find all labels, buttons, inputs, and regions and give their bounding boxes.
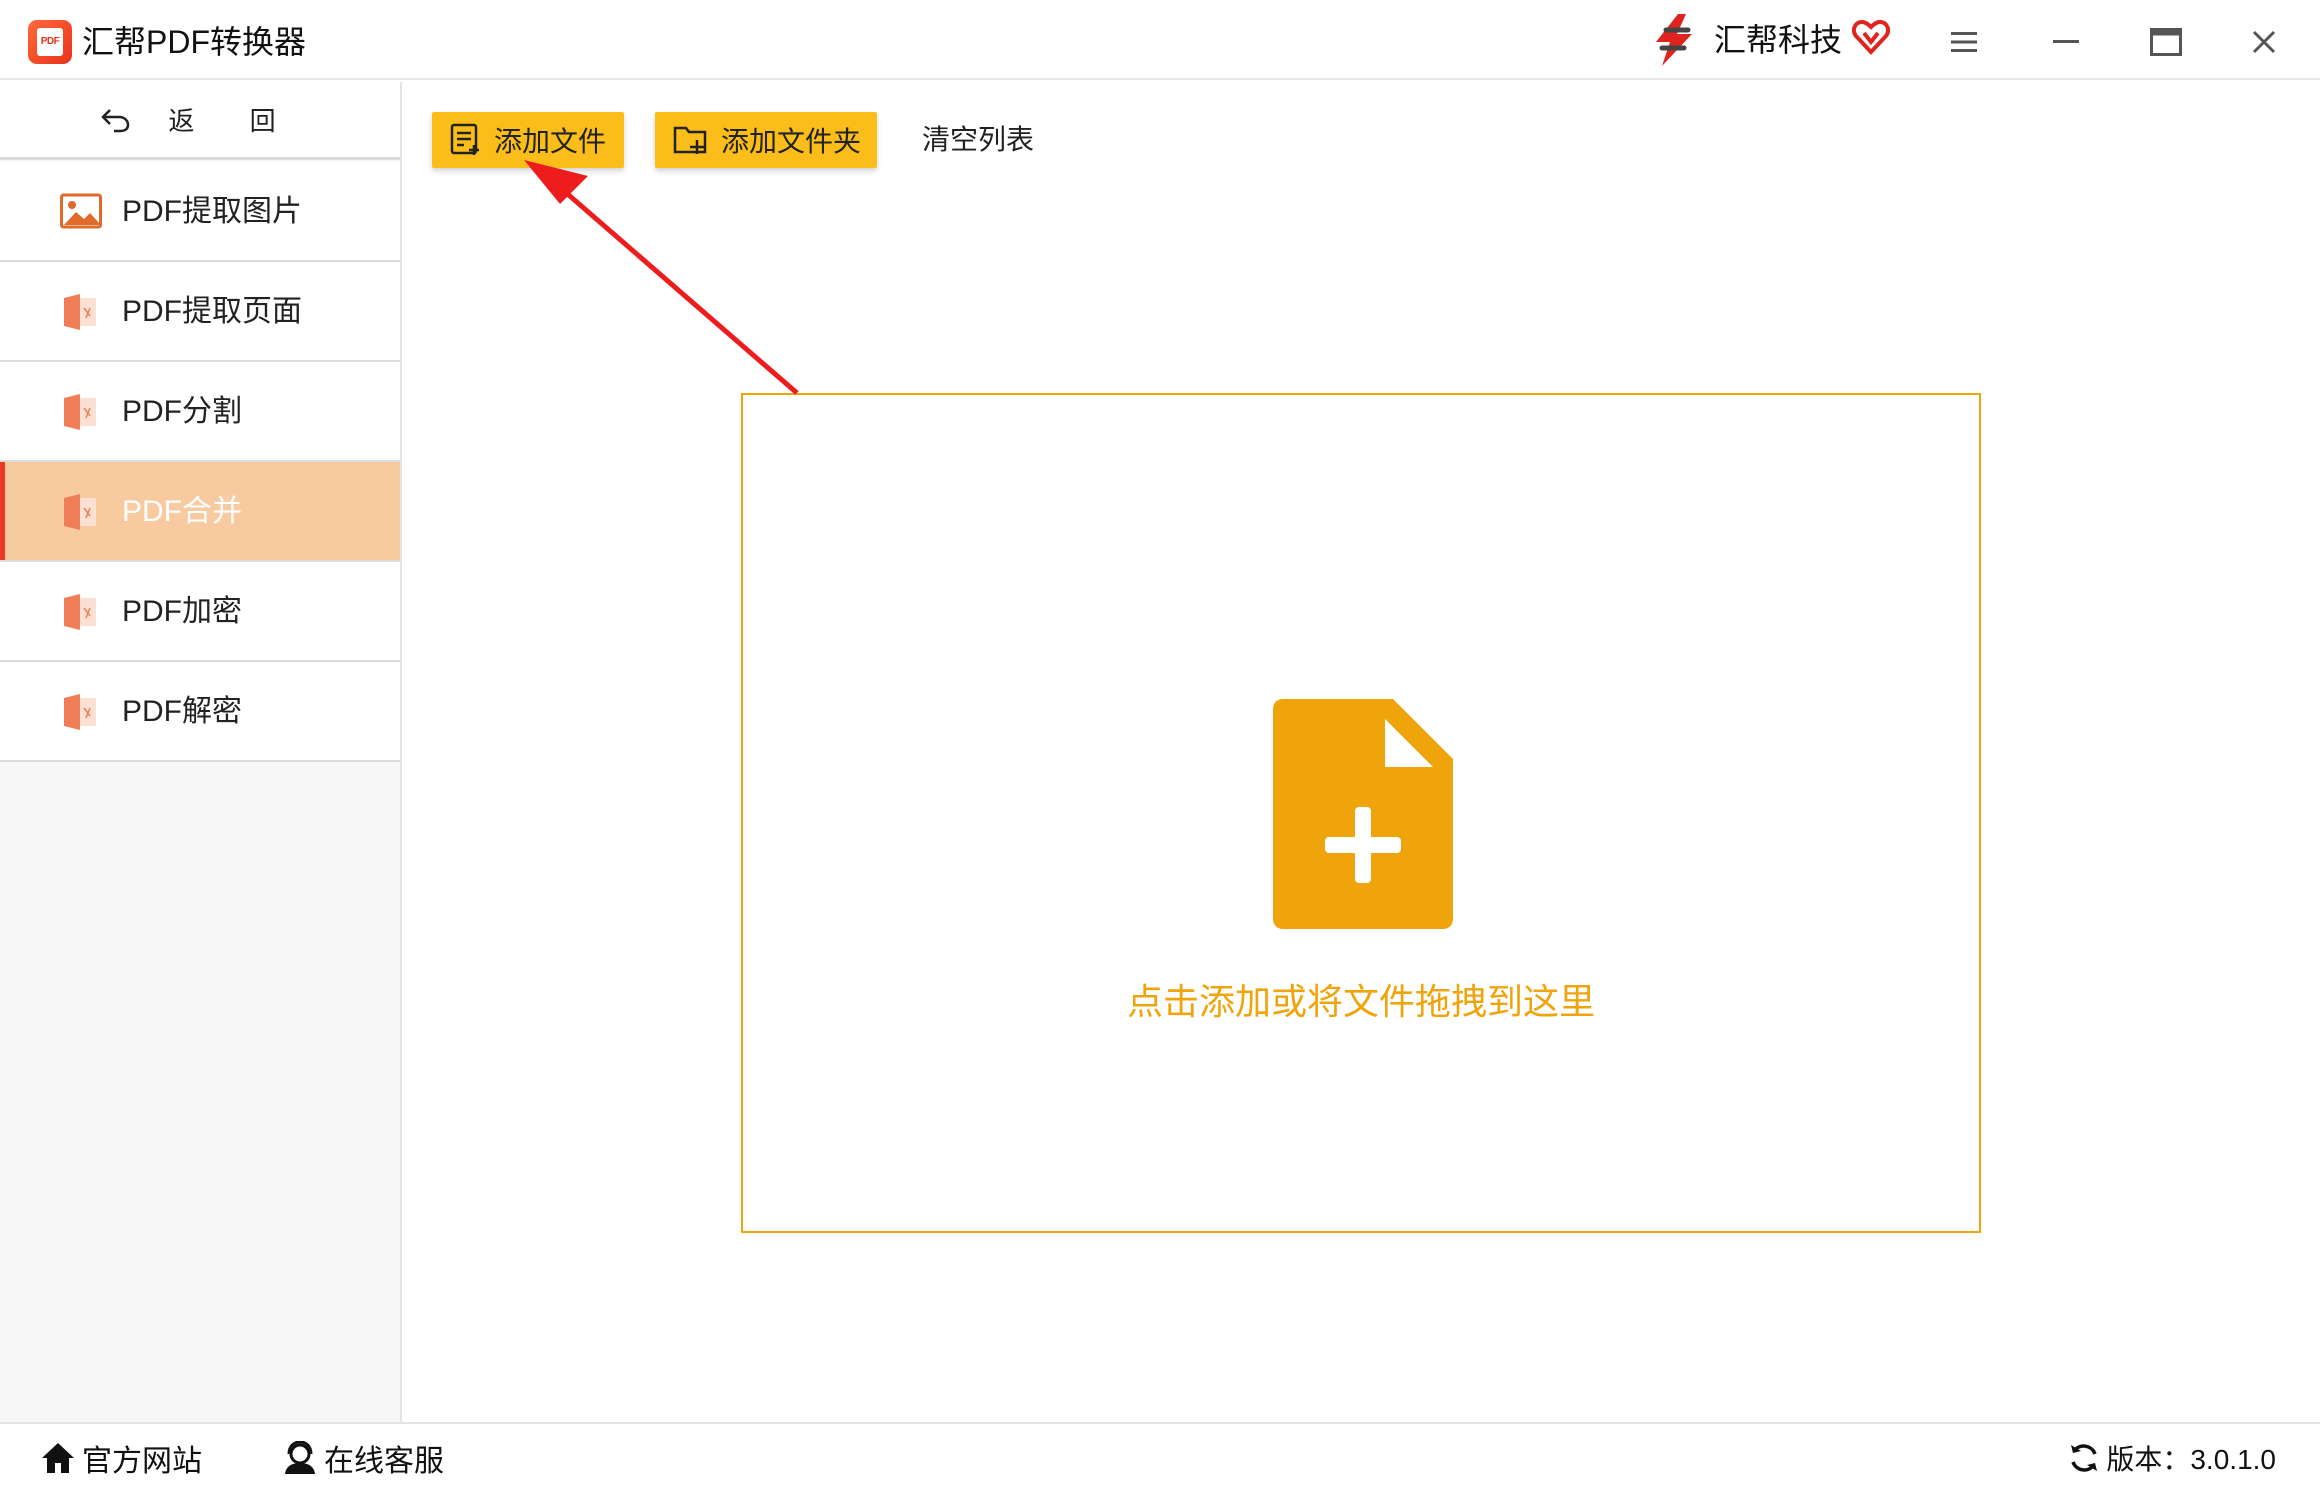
menu-icon	[1951, 32, 1977, 52]
add-folder-button[interactable]: 添加文件夹	[655, 112, 877, 168]
sidebar-item-merge[interactable]: PDF合并	[0, 462, 400, 562]
back-button[interactable]: 返 回	[0, 82, 400, 160]
close-button[interactable]	[2240, 18, 2288, 66]
sidebar-item-split[interactable]: PDF分割	[0, 362, 400, 462]
footer-bar: 官方网站 在线客服 版本：3.0.1.0	[0, 1422, 2320, 1490]
sidebar-item-extract-images[interactable]: PDF提取图片	[0, 162, 400, 262]
brand-logo-icon	[1656, 14, 1692, 66]
file-drop-zone[interactable]: 点击添加或将文件拖拽到这里	[741, 393, 1981, 1233]
add-folder-label: 添加文件夹	[721, 126, 862, 157]
drop-hint: 点击添加或将文件拖拽到这里	[1126, 981, 1595, 1022]
menu-button[interactable]	[1940, 18, 1988, 66]
sidebar-item-encrypt[interactable]: PDF加密	[0, 562, 400, 662]
support-label: 在线客服	[324, 1445, 444, 1478]
sidebar-item-label: PDF提取图片	[122, 195, 302, 228]
add-folder-icon	[673, 126, 707, 154]
title-bar: PDF 汇帮PDF转换器 汇帮科技	[0, 0, 2320, 80]
sidebar: 返 回 PDF提取图片 PDF提取页面 PDF分割 PDF合并 PDF加密 PD…	[0, 82, 402, 1422]
add-file-icon	[450, 123, 479, 155]
vip-heart-icon[interactable]	[1852, 18, 1890, 56]
clear-list-button[interactable]: 清空列表	[922, 112, 1034, 168]
add-file-label: 添加文件	[494, 126, 607, 157]
sidebar-item-decrypt[interactable]: PDF解密	[0, 662, 400, 762]
app-logo-icon: PDF	[28, 20, 72, 64]
minimize-button[interactable]	[2042, 18, 2090, 66]
maximize-icon	[2150, 28, 2182, 56]
add-file-button[interactable]: 添加文件	[432, 112, 624, 168]
sidebar-item-label: PDF提取页面	[122, 295, 302, 328]
sidebar-item-label: PDF分割	[122, 395, 242, 428]
sidebar-item-label: PDF合并	[122, 495, 242, 528]
refresh-icon	[2071, 1444, 2098, 1472]
image-icon	[60, 193, 102, 229]
maximize-button[interactable]	[2142, 18, 2190, 66]
back-arrow-icon	[101, 108, 130, 132]
app-logo-text: PDF	[40, 36, 60, 47]
support-agent-icon	[285, 1441, 315, 1474]
pdf-file-icon	[64, 494, 96, 530]
website-link[interactable]: 官方网站	[40, 1424, 202, 1490]
minimize-icon	[2053, 40, 2079, 43]
pdf-file-icon	[64, 594, 96, 630]
app-title: 汇帮PDF转换器	[82, 24, 307, 60]
sidebar-item-label: PDF解密	[122, 695, 242, 728]
support-link[interactable]: 在线客服	[282, 1424, 444, 1490]
nav-list: PDF提取图片 PDF提取页面 PDF分割 PDF合并 PDF加密 PDF解密	[0, 162, 400, 762]
add-file-icon	[1273, 699, 1453, 929]
pdf-file-icon	[64, 694, 96, 730]
sidebar-item-extract-pages[interactable]: PDF提取页面	[0, 262, 400, 362]
pdf-file-icon	[64, 294, 96, 330]
version-info: 版本：3.0.1.0	[2068, 1424, 2276, 1490]
version-label: 版本：3.0.1.0	[2106, 1444, 2276, 1475]
sidebar-item-label: PDF加密	[122, 595, 242, 628]
brand-name: 汇帮科技	[1714, 22, 1843, 58]
app-window: PDF 汇帮PDF转换器 汇帮科技 返 回 PDF提取图片 PDF提取页面 PD…	[0, 0, 2320, 1490]
website-label: 官方网站	[82, 1445, 202, 1478]
pdf-file-icon	[64, 394, 96, 430]
home-icon	[42, 1443, 74, 1473]
back-label: 返 回	[168, 106, 300, 136]
close-icon	[2252, 30, 2276, 54]
